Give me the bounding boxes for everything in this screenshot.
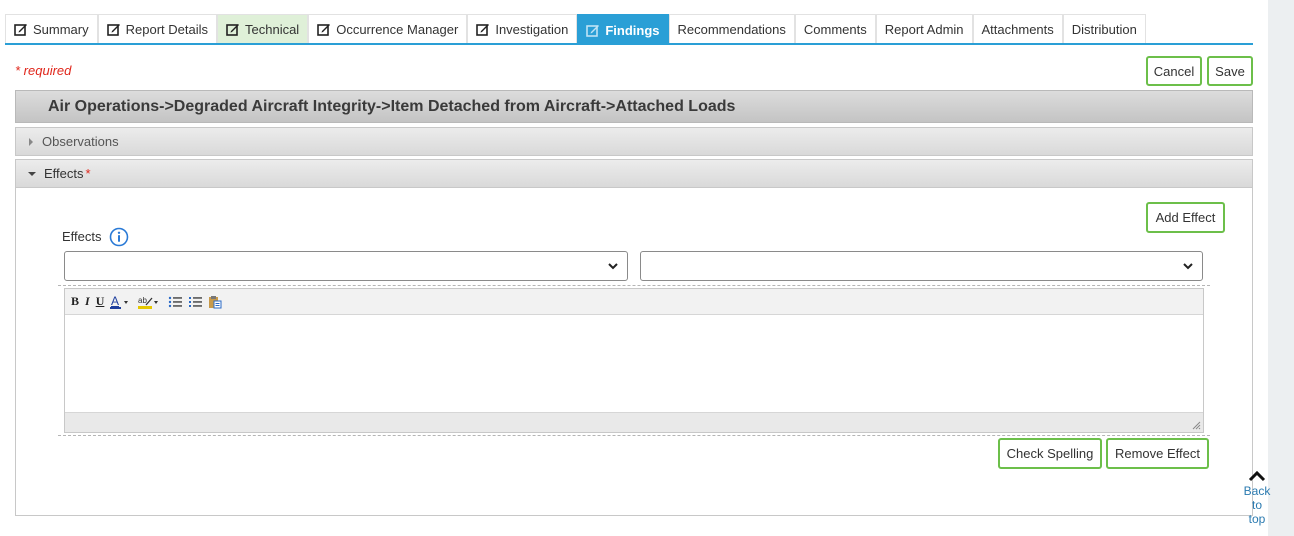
chevron-up-icon [1248, 470, 1266, 482]
highlight-color-icon[interactable]: ab [138, 295, 162, 309]
tab-label: Distribution [1071, 21, 1137, 37]
tab-label: Comments [803, 21, 867, 37]
required-marker: * [85, 166, 91, 181]
info-icon[interactable] [109, 227, 129, 247]
check-spelling-button[interactable]: Check Spelling [998, 438, 1102, 469]
category-path-banner: Air Operations->Degraded Aircraft Integr… [15, 90, 1253, 123]
tab-label: Occurrence Manager [336, 21, 459, 37]
svg-text:A: A [111, 295, 119, 308]
paste-from-word-icon[interactable] [208, 295, 222, 309]
tab-label: Investigation [495, 21, 569, 37]
back-to-top-line1: Back to [1243, 484, 1271, 512]
edit-icon [106, 24, 120, 36]
font-color-icon[interactable]: A [110, 295, 132, 309]
tab-comments[interactable]: Comments [794, 14, 876, 43]
edit-icon [14, 24, 27, 36]
back-to-top-line2: top [1248, 512, 1266, 526]
numbered-list-icon[interactable] [188, 296, 203, 308]
remove-effect-button[interactable]: Remove Effect [1106, 438, 1209, 469]
effects-field-label: Effects [62, 229, 102, 244]
editor-text-area[interactable] [65, 315, 1203, 412]
required-note: * required [15, 63, 72, 78]
bullet-list-icon[interactable] [168, 296, 183, 308]
tab-label: Report Details [125, 21, 208, 37]
edit-icon [317, 24, 331, 36]
tab-label: Technical [245, 21, 300, 37]
tab-report-details[interactable]: Report Details [97, 14, 217, 43]
editor-bottom-dashed-line [58, 435, 1210, 436]
tab-label: Summary [33, 21, 89, 37]
tab-distribution[interactable]: Distribution [1062, 14, 1146, 43]
tab-attachments[interactable]: Attachments [972, 14, 1063, 43]
tab-findings[interactable]: Findings [577, 14, 669, 45]
resize-handle-icon[interactable] [1191, 420, 1201, 430]
effect-subcategory-select[interactable] [640, 251, 1203, 281]
tab-summary[interactable]: Summary [5, 14, 98, 43]
save-button[interactable]: Save [1207, 56, 1253, 86]
tab-label: Attachments [981, 21, 1054, 37]
effects-header-label: Effects [44, 166, 84, 181]
caret-right-icon [29, 137, 33, 146]
report-tabs: Summary Report Details Technical Occurre… [5, 14, 1146, 45]
cancel-button[interactable]: Cancel [1146, 56, 1202, 86]
tab-investigation[interactable]: Investigation [467, 14, 578, 43]
observations-header[interactable]: Observations [15, 127, 1253, 156]
caret-down-icon [28, 171, 36, 176]
right-gutter [1268, 0, 1294, 536]
underline-icon[interactable]: U [96, 294, 105, 309]
italic-icon[interactable]: I [85, 294, 90, 309]
tab-occurrence-manager[interactable]: Occurrence Manager [308, 14, 468, 43]
add-effect-button[interactable]: Add Effect [1146, 202, 1225, 233]
edit-icon [226, 24, 239, 36]
chevron-down-icon [1183, 263, 1193, 270]
tab-label: Recommendations [677, 21, 786, 37]
chevron-down-icon [608, 263, 618, 270]
tab-recommendations[interactable]: Recommendations [668, 14, 795, 43]
tabbar-underline [5, 43, 1253, 45]
tab-report-admin[interactable]: Report Admin [875, 14, 973, 43]
effect-category-select[interactable] [64, 251, 628, 281]
tab-technical[interactable]: Technical [217, 14, 309, 43]
edit-icon [476, 24, 490, 36]
tab-label: Report Admin [884, 21, 964, 37]
edit-icon [586, 25, 600, 37]
effect-rich-text-editor: B I U A ab [64, 288, 1204, 433]
category-path-title: Air Operations->Degraded Aircraft Integr… [48, 97, 736, 115]
observations-label: Observations [42, 134, 119, 149]
effects-header[interactable]: Effects * [15, 159, 1253, 188]
back-to-top-link[interactable]: Back to top [1237, 470, 1277, 526]
bold-icon[interactable]: B [71, 294, 79, 309]
editor-top-dashed-line [58, 285, 1210, 286]
editor-toolbar: B I U A ab [65, 289, 1203, 315]
tab-label: Findings [605, 22, 660, 38]
editor-status-bar [65, 412, 1203, 432]
svg-text:ab: ab [138, 296, 147, 305]
